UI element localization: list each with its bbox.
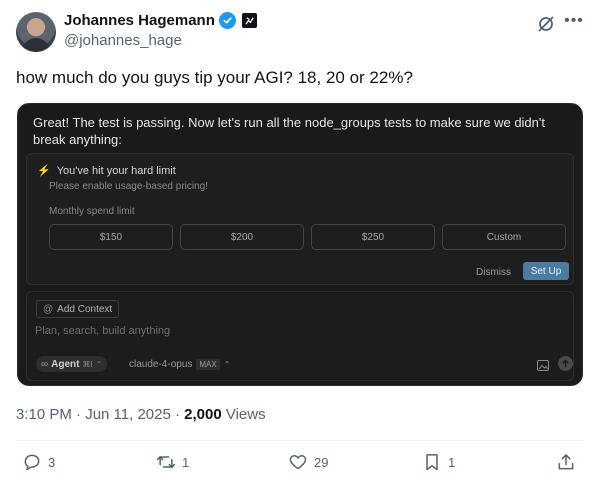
share-icon bbox=[558, 454, 574, 470]
spend-option-150[interactable]: $150 bbox=[49, 224, 173, 250]
add-context-label: Add Context bbox=[57, 303, 113, 315]
tweet-text: how much do you guys tip your AGI? 18, 2… bbox=[16, 68, 413, 87]
verified-badge-icon[interactable] bbox=[218, 12, 236, 29]
timestamp[interactable]: 3:10 PM · Jun 11, 2025 · bbox=[16, 406, 184, 423]
views-label: Views bbox=[221, 406, 266, 423]
spend-option-custom[interactable]: Custom bbox=[442, 224, 566, 250]
dismiss-button[interactable]: Dismiss bbox=[476, 267, 511, 278]
infinity-icon: ∞ bbox=[41, 358, 49, 370]
add-context-button[interactable]: @ Add Context bbox=[36, 300, 120, 318]
send-arrow-icon[interactable] bbox=[558, 356, 573, 371]
setup-button[interactable]: Set Up bbox=[523, 262, 569, 280]
repost-icon bbox=[156, 455, 176, 469]
tweet-actions: 3 1 29 1 bbox=[16, 452, 583, 478]
like-icon bbox=[289, 455, 307, 470]
chat-composer: @ Add Context Plan, search, build anythi… bbox=[26, 291, 574, 381]
author-name[interactable]: Johannes Hagemann bbox=[64, 12, 215, 29]
limit-title-row: ⚡ You've hit your hard limit bbox=[37, 164, 176, 178]
grok-icon[interactable] bbox=[536, 14, 556, 34]
chevron-down-icon: ⌃ bbox=[95, 359, 103, 369]
more-icon[interactable]: ••• bbox=[564, 13, 584, 34]
hard-limit-card: ⚡ You've hit your hard limit Please enab… bbox=[26, 153, 574, 285]
reply-button[interactable]: 3 bbox=[22, 452, 55, 472]
reply-icon bbox=[24, 454, 40, 471]
bookmark-icon bbox=[426, 454, 438, 471]
avatar[interactable] bbox=[16, 12, 56, 52]
model-label: claude-4-opus bbox=[129, 358, 193, 370]
repost-button[interactable]: 1 bbox=[156, 452, 189, 472]
tweet-header: Johannes Hagemann @johannes_hage ••• bbox=[16, 10, 583, 54]
limit-title: You've hit your hard limit bbox=[56, 164, 176, 177]
image-icon[interactable] bbox=[537, 358, 549, 371]
bookmark-button[interactable]: 1 bbox=[422, 452, 455, 472]
lightning-icon: ⚡ bbox=[37, 165, 51, 177]
divider bbox=[16, 440, 583, 441]
affiliate-badge-icon[interactable] bbox=[241, 13, 257, 28]
spend-limit-label: Monthly spend limit bbox=[49, 206, 135, 217]
like-count: 29 bbox=[314, 454, 329, 470]
share-button[interactable] bbox=[556, 452, 576, 472]
agent-mode-selector[interactable]: ∞ Agent ⌘I ⌃ bbox=[36, 356, 108, 372]
like-button[interactable]: 29 bbox=[288, 452, 328, 472]
views-count: 2,000 bbox=[184, 406, 222, 423]
max-badge: MAX bbox=[196, 358, 220, 370]
composer-input[interactable]: Plan, search, build anything bbox=[35, 325, 170, 337]
spend-option-250[interactable]: $250 bbox=[311, 224, 435, 250]
reply-count: 3 bbox=[48, 454, 56, 470]
agent-shortcut: ⌘I bbox=[82, 359, 93, 369]
tweet-meta: 3:10 PM · Jun 11, 2025 · 2,000 Views bbox=[16, 406, 266, 423]
author-name-row: Johannes Hagemann bbox=[64, 12, 257, 29]
spend-option-200[interactable]: $200 bbox=[180, 224, 304, 250]
author-handle[interactable]: @johannes_hage bbox=[64, 32, 182, 49]
chevron-down-icon: ⌃ bbox=[223, 359, 231, 369]
model-selector[interactable]: claude-4-opus MAX ⌃ bbox=[129, 356, 230, 372]
agent-label: Agent bbox=[51, 358, 80, 370]
repost-count: 1 bbox=[182, 454, 190, 470]
bookmark-count: 1 bbox=[448, 454, 456, 470]
assistant-message: Great! The test is passing. Now let's ru… bbox=[33, 115, 545, 147]
at-icon: @ bbox=[43, 303, 54, 315]
tweet-media-screenshot[interactable]: Great! The test is passing. Now let's ru… bbox=[17, 103, 583, 386]
limit-subtitle: Please enable usage-based pricing! bbox=[49, 181, 208, 192]
